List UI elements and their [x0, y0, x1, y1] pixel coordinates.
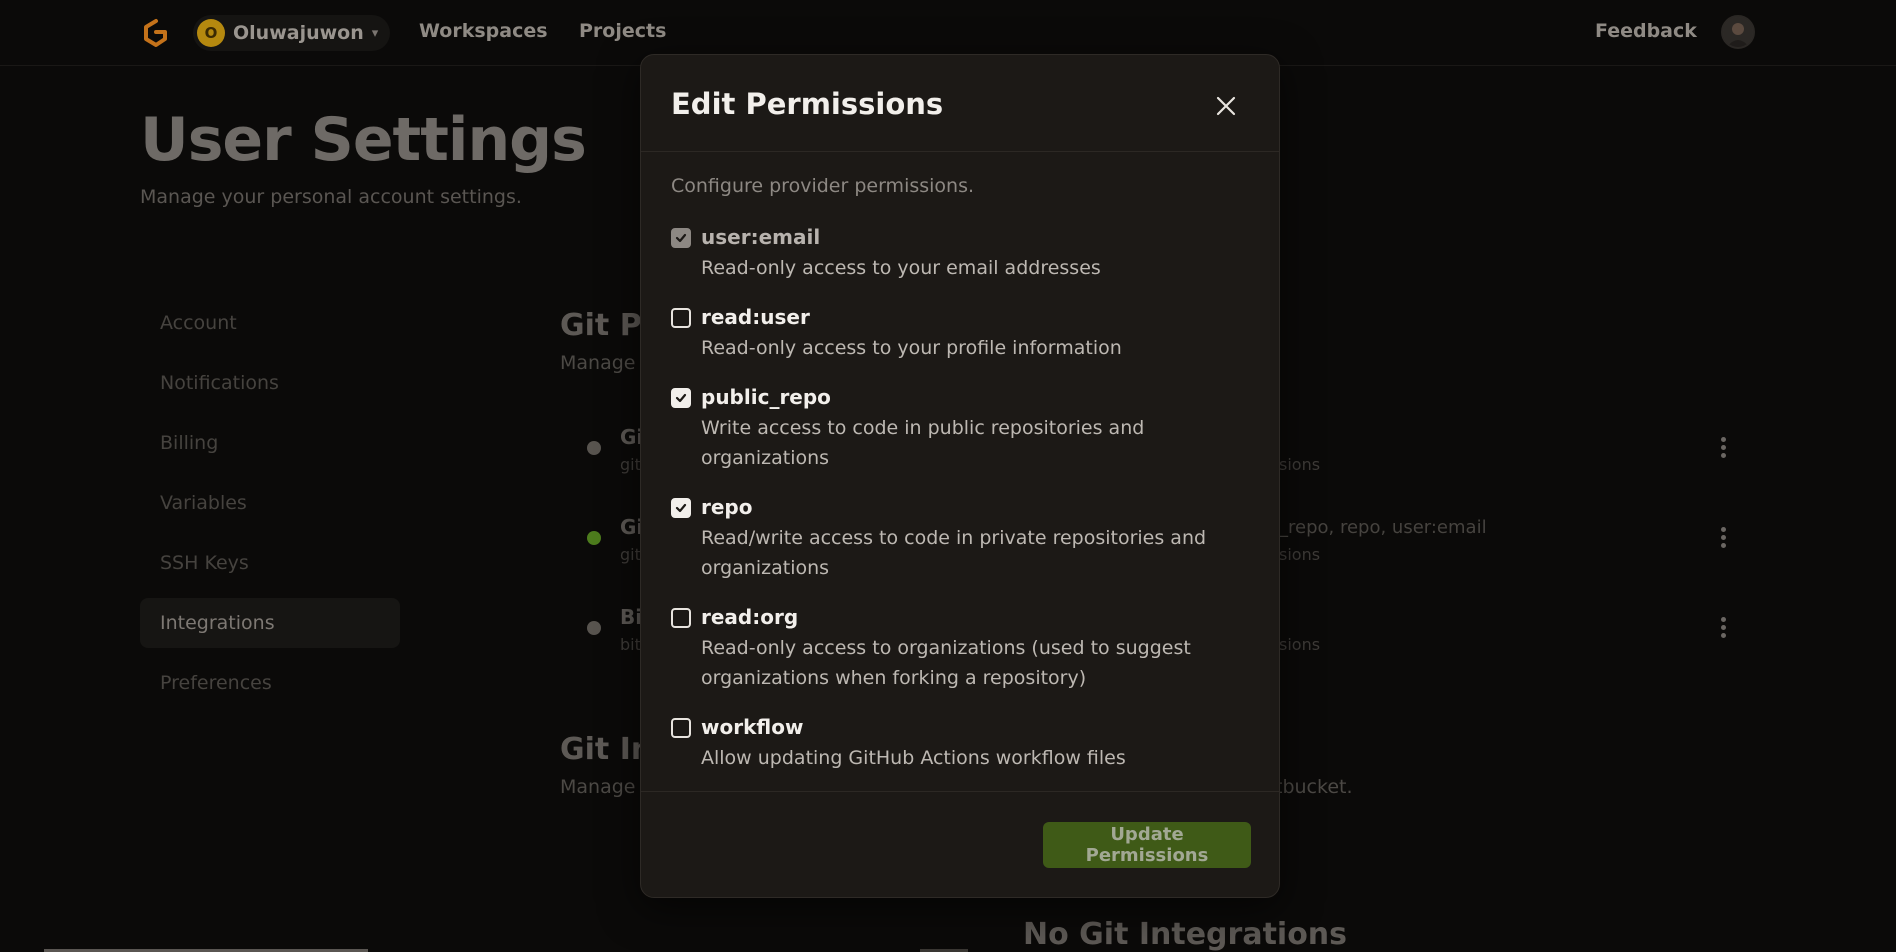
- provider-menu-icon[interactable]: [1718, 527, 1728, 548]
- permission-workflow: workflow Allow updating GitHub Actions w…: [671, 713, 1251, 773]
- org-avatar: O: [197, 19, 225, 47]
- provider-permissions-label: sions: [1279, 635, 1321, 654]
- provider-host: git: [620, 455, 641, 474]
- nav-workspaces[interactable]: Workspaces: [419, 20, 548, 42]
- permission-read-org: read:org Read-only access to organizatio…: [671, 603, 1251, 693]
- checkbox-read-org[interactable]: [671, 608, 691, 628]
- checkbox-user-email[interactable]: [671, 228, 691, 248]
- org-name: Oluwajuwon: [233, 22, 364, 44]
- permission-name: user:email: [701, 225, 821, 249]
- modal-title: Edit Permissions: [671, 87, 944, 121]
- permission-name: read:org: [701, 605, 799, 629]
- checkbox-read-user[interactable]: [671, 308, 691, 328]
- modal-footer-divider: [641, 791, 1279, 792]
- provider-permissions-label: sions: [1279, 545, 1321, 564]
- provider-name: Bi: [620, 605, 643, 629]
- permission-name: read:user: [701, 305, 810, 329]
- provider-status-dot: [587, 621, 601, 635]
- empty-state-title: No Git Integrations: [1023, 917, 1348, 952]
- org-switcher[interactable]: O Oluwajuwon ▾: [193, 15, 391, 51]
- sidebar-item-integrations[interactable]: Integrations: [140, 598, 400, 648]
- provider-menu-icon[interactable]: [1718, 617, 1728, 638]
- sidebar-item-billing[interactable]: Billing: [140, 418, 400, 468]
- provider-permissions-label: sions: [1279, 455, 1321, 474]
- check-icon: [675, 503, 687, 513]
- provider-status-dot: [587, 531, 601, 545]
- permission-repo: repo Read/write access to code in privat…: [671, 493, 1251, 583]
- page-subtitle: Manage your personal account settings.: [140, 186, 522, 208]
- permission-read-user: read:user Read-only access to your profi…: [671, 303, 1251, 363]
- permission-description: Allow updating GitHub Actions workflow f…: [701, 747, 1126, 769]
- sidebar-item-ssh-keys[interactable]: SSH Keys: [140, 538, 400, 588]
- sidebar-item-preferences[interactable]: Preferences: [140, 658, 400, 708]
- provider-host: git: [620, 545, 641, 564]
- permission-description: Read-only access to your profile informa…: [701, 337, 1122, 359]
- provider-menu-icon[interactable]: [1718, 437, 1728, 458]
- user-avatar[interactable]: [1721, 15, 1755, 49]
- user-avatar-image: [1723, 17, 1753, 47]
- permission-name: repo: [701, 495, 753, 519]
- modal-header-divider: [641, 151, 1279, 152]
- page-title: User Settings: [140, 105, 587, 175]
- permission-description: Write access to code in public repositor…: [701, 417, 1145, 469]
- checkbox-workflow[interactable]: [671, 718, 691, 738]
- checkbox-public-repo[interactable]: [671, 388, 691, 408]
- close-icon[interactable]: [1211, 91, 1241, 121]
- git-integrations-title: Git In: [560, 732, 653, 767]
- provider-status-dot: [587, 441, 601, 455]
- git-providers-subtitle: Manage: [560, 352, 636, 374]
- feedback-link[interactable]: Feedback: [1595, 20, 1697, 42]
- gitpod-logo-icon[interactable]: [140, 18, 170, 48]
- edit-permissions-modal: Edit Permissions Configure provider perm…: [640, 54, 1280, 898]
- sidebar-item-variables[interactable]: Variables: [140, 478, 400, 528]
- provider-scopes: _repo, repo, user:email: [1279, 517, 1487, 538]
- sidebar-item-notifications[interactable]: Notifications: [140, 358, 400, 408]
- git-integrations-subtitle-end: tbucket.: [1275, 776, 1353, 798]
- permission-user-email: user:email Read-only access to your emai…: [671, 223, 1251, 283]
- check-icon: [675, 233, 687, 243]
- update-permissions-button[interactable]: Update Permissions: [1043, 822, 1251, 868]
- permission-public-repo: public_repo Write access to code in publ…: [671, 383, 1251, 473]
- permission-description: Read/write access to code in private rep…: [701, 527, 1207, 579]
- permission-name: public_repo: [701, 385, 831, 409]
- git-integrations-subtitle: Manage: [560, 776, 636, 798]
- permission-name: workflow: [701, 715, 804, 739]
- checkbox-repo[interactable]: [671, 498, 691, 518]
- permission-description: Read-only access to your email addresses: [701, 257, 1101, 279]
- check-icon: [675, 393, 687, 403]
- sidebar-item-account[interactable]: Account: [140, 298, 400, 348]
- provider-host: bit: [620, 635, 641, 654]
- nav-projects[interactable]: Projects: [579, 20, 666, 42]
- permission-description: Read-only access to organizations (used …: [701, 637, 1191, 689]
- chevron-down-icon: ▾: [371, 25, 379, 41]
- modal-description: Configure provider permissions.: [671, 175, 975, 197]
